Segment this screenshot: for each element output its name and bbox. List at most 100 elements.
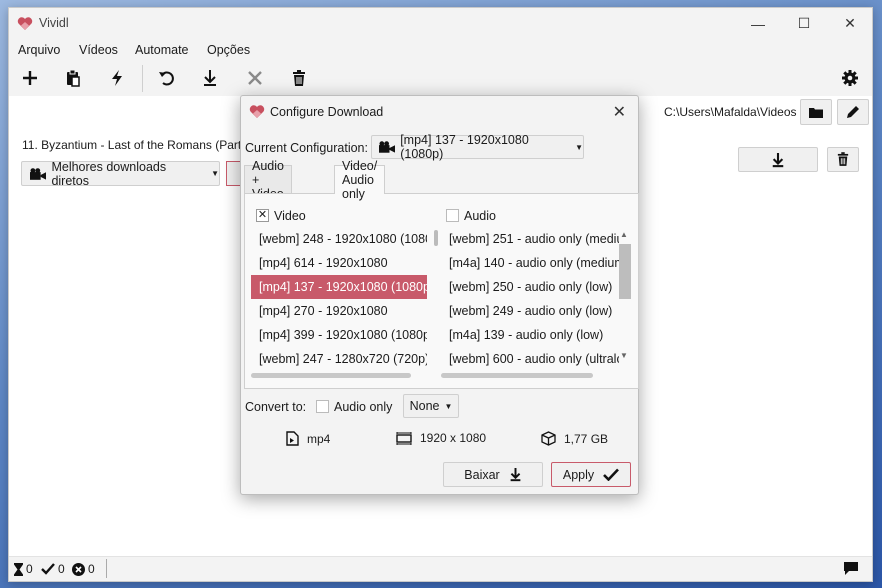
paste-button[interactable] xyxy=(61,67,85,89)
menu-videos[interactable]: Vídeos xyxy=(79,43,118,57)
list-item[interactable]: [webm] 248 - 1920x1080 (1080p) xyxy=(251,227,427,251)
pencil-icon xyxy=(847,106,859,118)
status-bar: 0 0 0 xyxy=(9,556,872,581)
format-dropdown[interactable]: Melhores downloads diretos ▼ xyxy=(21,159,220,188)
vividl-logo-icon xyxy=(249,105,265,118)
audio-list-hscroll[interactable] xyxy=(441,373,593,378)
configure-download-dialog: Configure Download ✕ Current Configurati… xyxy=(240,95,639,495)
vividl-logo-icon xyxy=(17,17,33,30)
download-button[interactable] xyxy=(198,67,222,89)
maximize-button[interactable]: ☐ xyxy=(781,8,827,39)
refresh-button[interactable] xyxy=(155,67,179,89)
convert-value: None xyxy=(409,399,440,413)
apply-button[interactable]: Apply xyxy=(551,462,631,487)
output-path: C:\Users\Mafalda\Videos xyxy=(664,105,797,119)
chat-icon xyxy=(844,562,858,575)
folder-icon xyxy=(809,107,823,118)
chevron-down-icon: ▼ xyxy=(444,401,453,411)
list-item[interactable]: [mp4] 270 - 1920x1080 xyxy=(251,299,427,323)
format-selection-panel: ✕ Video Audio [webm] 248 - 1920x1080 (10… xyxy=(244,193,639,389)
audio-only-checkbox[interactable] xyxy=(316,400,329,413)
edit-path-button[interactable] xyxy=(837,99,869,125)
video-list-vscroll[interactable] xyxy=(434,230,438,246)
list-item-selected[interactable]: [mp4] 137 - 1920x1080 (1080p) xyxy=(251,275,427,299)
download-icon xyxy=(510,468,521,482)
status-separator xyxy=(106,559,107,578)
list-item[interactable]: [m4a] 140 - audio only (medium) xyxy=(441,251,619,275)
lightning-icon xyxy=(112,70,122,86)
apply-label: Apply xyxy=(562,467,595,482)
menu-automate[interactable]: Automate xyxy=(135,43,189,57)
baixar-button[interactable]: Baixar xyxy=(443,462,543,487)
log-button[interactable] xyxy=(844,562,858,578)
minimize-button[interactable]: — xyxy=(735,8,781,39)
menu-bar: Arquivo Vídeos Automate Opções xyxy=(9,39,872,61)
convert-label: Convert to: xyxy=(245,400,307,414)
video-checkbox[interactable]: ✕ xyxy=(256,209,269,222)
list-item[interactable]: [webm] 247 - 1280x720 (720p) xyxy=(251,347,427,371)
video-list-hscroll[interactable] xyxy=(251,373,411,378)
download-icon xyxy=(772,152,784,167)
dialog-title: Configure Download xyxy=(270,105,384,119)
current-config-value: [mp4] 137 - 1920x1080 (1080p) xyxy=(400,133,529,161)
tab-audio-video[interactable]: Audio + Video xyxy=(244,159,292,201)
list-item[interactable]: [mp4] 399 - 1920x1080 (1080p) xyxy=(251,323,427,347)
dialog-close-button[interactable]: ✕ xyxy=(613,102,626,122)
delete-button[interactable] xyxy=(287,67,311,89)
tab-video-audio-only[interactable]: Video/ Audio only xyxy=(334,159,386,201)
menu-arquivo[interactable]: Arquivo xyxy=(18,43,60,57)
download-icon xyxy=(204,70,216,86)
info-size: 1,77 GB xyxy=(541,431,608,446)
resolution-icon xyxy=(396,431,412,445)
title-bar: Vividl — ☐ ✕ xyxy=(9,8,872,39)
video-format-list[interactable]: [webm] 248 - 1920x1080 (1080p) [mp4] 614… xyxy=(251,227,427,380)
list-item[interactable]: [webm] 251 - audio only (medium) xyxy=(441,227,619,251)
convert-dropdown[interactable]: None ▼ xyxy=(403,394,459,418)
add-button[interactable] xyxy=(18,67,42,89)
item-download-button[interactable] xyxy=(738,147,818,172)
plus-icon xyxy=(23,71,37,85)
gear-icon xyxy=(842,70,858,86)
video-camera-icon xyxy=(30,167,47,180)
current-config-dropdown[interactable]: [mp4] 137 - 1920x1080 (1080p) ▼ xyxy=(371,133,584,161)
status-failed: 0 xyxy=(72,562,95,576)
video-checkbox-label: Video xyxy=(274,209,306,223)
audio-checkbox-label: Audio xyxy=(464,209,496,223)
scroll-up-icon[interactable]: ▲ xyxy=(620,230,628,239)
file-icon xyxy=(286,431,299,446)
video-camera-icon xyxy=(379,141,396,153)
close-icon: ✕ xyxy=(844,15,856,31)
audio-list-vscroll[interactable] xyxy=(619,244,631,299)
baixar-label: Baixar xyxy=(464,467,500,482)
refresh-icon xyxy=(159,71,174,86)
item-delete-button[interactable] xyxy=(827,147,859,172)
list-item[interactable]: [webm] 249 - audio only (low) xyxy=(441,299,619,323)
check-icon xyxy=(603,468,620,481)
quick-download-button[interactable] xyxy=(105,67,129,89)
list-item[interactable]: [webm] 600 - audio only (ultralow) xyxy=(441,347,619,371)
scroll-down-icon[interactable]: ▼ xyxy=(620,351,628,360)
list-item[interactable]: [mp4] 614 - 1920x1080 xyxy=(251,251,427,275)
menu-opcoes[interactable]: Opções xyxy=(207,43,250,57)
open-folder-button[interactable] xyxy=(800,99,832,125)
status-done: 0 xyxy=(41,562,65,576)
list-item[interactable]: [m4a] 139 - audio only (low) xyxy=(441,323,619,347)
cancel-button[interactable] xyxy=(243,67,267,89)
settings-button[interactable] xyxy=(838,67,862,89)
check-icon xyxy=(41,563,55,575)
audio-format-list[interactable]: [webm] 251 - audio only (medium) [m4a] 1… xyxy=(441,227,619,380)
error-circle-icon xyxy=(72,562,85,576)
audio-only-label: Audio only xyxy=(334,400,393,414)
video-title: 11. Byzantium - Last of the Romans (Part… xyxy=(22,138,252,152)
maximize-icon: ☐ xyxy=(797,15,811,31)
close-window-button[interactable]: ✕ xyxy=(827,8,873,39)
format-dropdown-label: Melhores downloads diretos xyxy=(51,159,167,188)
current-config-label: Current Configuration: xyxy=(245,141,368,155)
trash-icon xyxy=(837,152,849,166)
trash-icon xyxy=(293,69,305,86)
audio-checkbox[interactable] xyxy=(446,209,459,222)
list-item[interactable]: [webm] 250 - audio only (low) xyxy=(441,275,619,299)
toolbar xyxy=(9,61,872,96)
status-queued: 0 xyxy=(14,562,33,576)
chevron-down-icon: ▼ xyxy=(575,142,583,152)
